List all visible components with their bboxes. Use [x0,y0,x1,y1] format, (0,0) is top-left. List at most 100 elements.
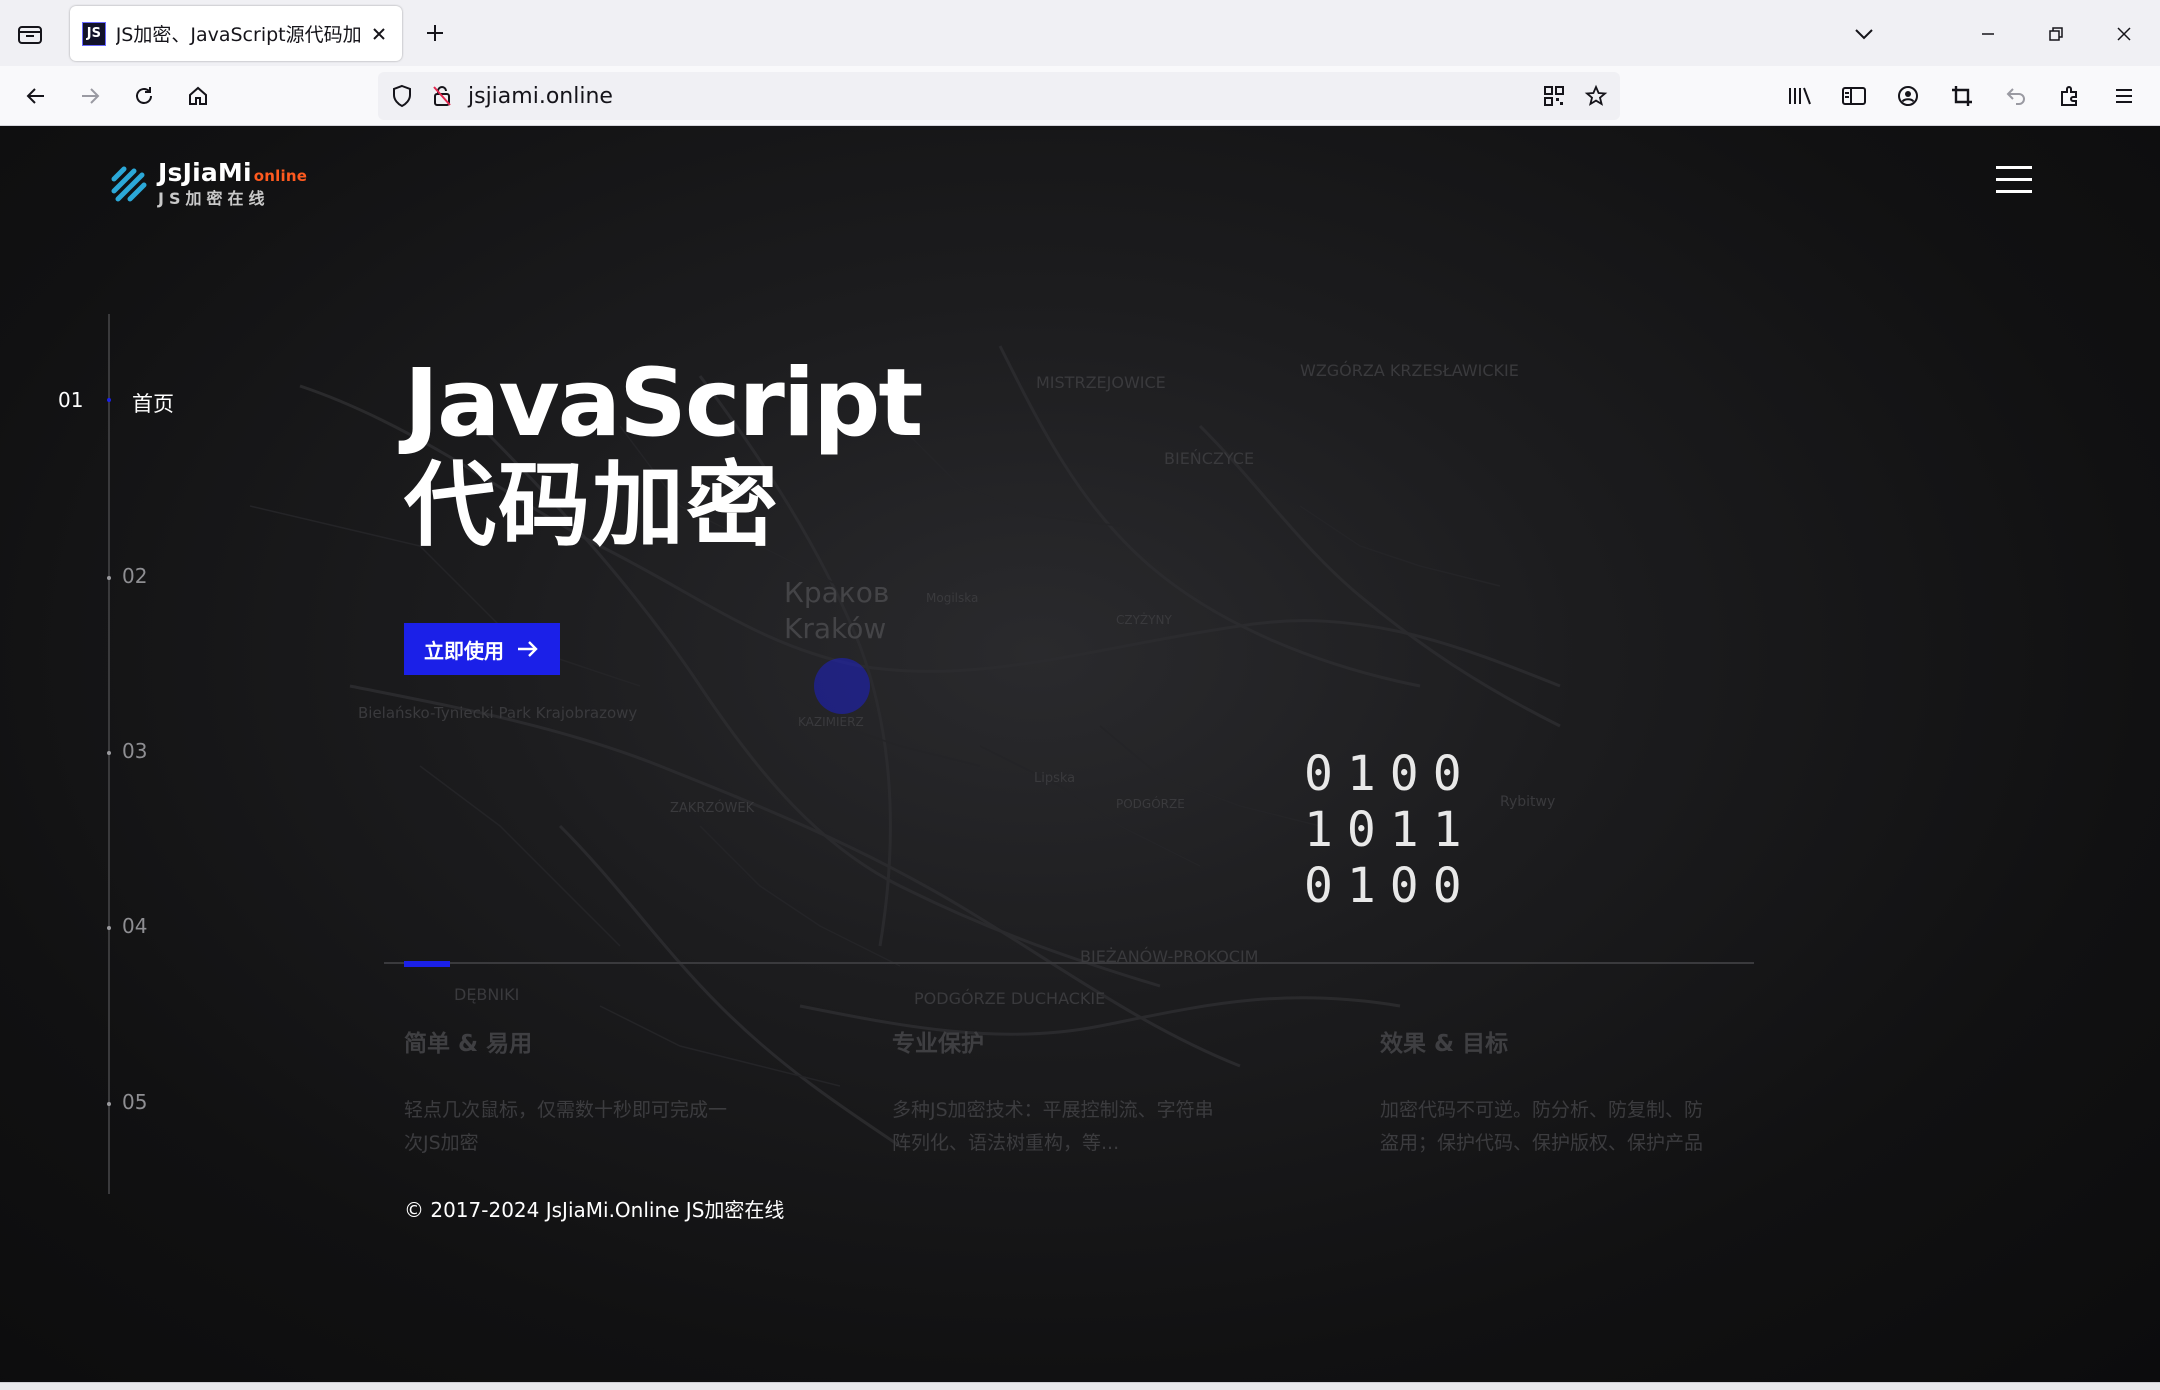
minimize-icon [1982,33,1994,35]
reload-icon [136,87,152,104]
map-label: PODGÓRZE DUCHACKIE [914,989,1105,1008]
map-label: ZAKRZÓWEK [670,800,755,816]
library-button[interactable] [1782,78,1818,114]
feature-title: 简单 & 易用 [404,1031,533,1057]
rail-dot [107,576,111,580]
hero-title-line1: JavaScript [404,349,923,458]
page-content: MISTRZEJOWICE WZGÓRZA KRZESŁAWICKIE BIEŃ… [0,126,2160,1382]
logo-tagline: JS加密在线 [158,189,270,208]
rail-dot [107,926,111,930]
tab-list-button[interactable] [14,18,46,50]
logo-brand: JsJiaMi online [158,158,308,187]
insecure-lock-icon[interactable] [428,82,456,110]
home-icon [189,86,207,105]
close-tab-button[interactable] [368,23,390,45]
sidebar-button[interactable] [1836,78,1872,114]
hamburger-icon [2116,89,2132,103]
sidebar-icon [1842,87,1866,105]
browser-bottom-edge [0,1382,2160,1390]
tab-title: JS加密、JavaScript源代码加密 [115,24,361,46]
map-label: BIEŃCZYCE [1164,449,1254,468]
binary-decoration: 0100 1011 0100 [1304,746,1476,914]
rail-number-02[interactable]: 02 [122,564,147,588]
hero-title-line2: 代码加密 [404,452,781,559]
crop-icon [1952,86,1972,106]
reload-button[interactable] [126,78,162,114]
browser-nav-bar: jsjiami.online [0,66,2160,126]
arrow-right-icon [82,88,100,104]
logo-brand-suffix: online [253,167,308,185]
feature-effects-goals: 效果 & 目标 加密代码不可逆。防分析、防复制、防 盗用；保护代码、保护版权、保护… [1380,1024,1760,1160]
screenshot-button[interactable] [1944,78,1980,114]
minimize-window-button[interactable] [1968,14,2008,54]
feature-professional-protection: 专业保护 多种JS加密技术：平展控制流、字符串 阵列化、语法树重构，等... [892,1024,1272,1160]
map-label: Bielańsko-Tyniecki Park Krajobrazowy [358,704,637,722]
map-label: PODGÓRZE [1116,796,1185,811]
address-bar[interactable]: jsjiami.online [378,72,1620,120]
back-button[interactable] [18,78,54,114]
start-using-button[interactable]: 立即使用 [404,623,560,675]
restore-icon [2049,27,2063,41]
bookmark-star-icon[interactable] [1582,82,1610,110]
map-city-label: Краков [784,576,889,609]
map-label: KAZIMIERZ [798,715,864,729]
binary-line: 0100 [1304,746,1476,802]
arrow-left-icon [26,88,44,104]
feature-description: 多种JS加密技术：平展控制流、字符串 阵列化、语法树重构，等... [892,1099,1214,1154]
shield-icon[interactable] [388,82,416,110]
close-window-button[interactable] [2104,14,2144,54]
site-logo[interactable]: JsJiaMi online JS加密在线 [110,158,307,209]
plus-icon [427,25,443,41]
map-label: CZYŻYNY [1116,612,1172,627]
map-label: Mogilska [926,591,978,605]
copyright-text: © 2017-2024 JsJiaMi.Online JS加密在线 [404,1198,785,1222]
background-map: MISTRZEJOWICE WZGÓRZA KRZESŁAWICKIE BIEŃ… [249,345,1561,1148]
rail-number-01[interactable]: 01 [58,388,83,412]
map-label: Rybitwy [1500,794,1555,810]
rail-dot-active [107,398,111,402]
rail-number-05[interactable]: 05 [122,1090,147,1114]
url-text: jsjiami.online [468,84,613,109]
new-tab-button[interactable] [418,16,452,50]
feature-title: 专业保护 [892,1031,984,1057]
rail-dot [107,1102,111,1106]
feature-title: 效果 & 目标 [1380,1031,1509,1057]
rail-label-home[interactable]: 首页 [132,388,174,418]
account-button[interactable] [1890,78,1926,114]
close-icon [2117,27,2131,41]
site-favicon: JS [82,21,106,46]
library-icon [1789,87,1811,105]
forward-button[interactable] [72,78,108,114]
app-menu-button[interactable] [2106,78,2142,114]
rail-dot [107,751,111,755]
browser-tab-bar: JS JS加密、JavaScript源代码加密 [0,0,2160,66]
folder-tabs-icon [18,26,42,44]
home-button[interactable] [180,78,216,114]
rail-number-04[interactable]: 04 [122,914,147,938]
features-divider [384,962,1754,964]
close-icon [373,27,385,40]
cta-label: 立即使用 [424,638,504,663]
feature-description: 轻点几次鼠标，仅需数十秒即可完成一 次JS加密 [404,1099,728,1154]
binary-line: 1011 [1304,802,1476,858]
undo-button[interactable] [1998,78,2034,114]
map-label: Lipska [1034,771,1075,786]
map-label: WZGÓRZA KRZESŁAWICKIE [1300,361,1519,380]
qr-code-icon[interactable] [1540,82,1568,110]
rail-number-03[interactable]: 03 [122,739,147,763]
browser-tab-active[interactable]: JS JS加密、JavaScript源代码加密 [70,6,402,61]
map-label: DĘBNIKI [454,985,519,1004]
account-icon [1898,86,1918,106]
site-menu-button[interactable] [1996,166,2032,194]
list-all-tabs-button[interactable] [1844,14,1884,54]
chevron-down-icon [1855,29,1873,40]
map-city-label: Kraków [784,612,886,645]
feature-description: 加密代码不可逆。防分析、防复制、防 盗用；保护代码、保护版权、保护产品 [1380,1099,1704,1154]
slider-progress-accent [404,961,450,967]
restore-window-button[interactable] [2036,14,2076,54]
extensions-button[interactable] [2052,78,2088,114]
binary-line: 0100 [1304,858,1476,914]
puzzle-icon [2061,86,2077,106]
feature-easy-to-use: 简单 & 易用 轻点几次鼠标，仅需数十秒即可完成一 次JS加密 [404,1024,784,1160]
map-label: MISTRZEJOWICE [1036,373,1166,392]
